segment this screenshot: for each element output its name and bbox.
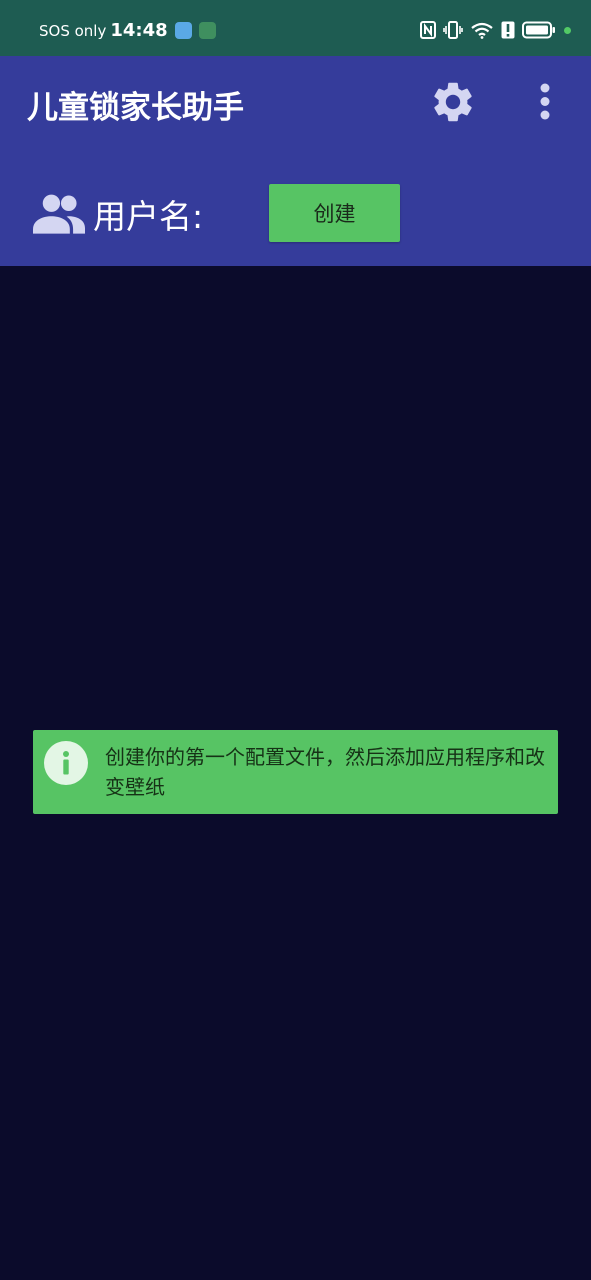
dot-indicator xyxy=(564,26,571,34)
settings-button[interactable] xyxy=(429,78,477,126)
clock: 14:48 xyxy=(110,20,168,41)
wifi-icon xyxy=(471,22,493,39)
nfc-icon xyxy=(420,21,436,39)
battery-icon xyxy=(522,21,555,39)
info-message: 创建你的第一个配置文件，然后添加应用程序和改变壁纸 xyxy=(105,745,545,799)
alert-icon xyxy=(501,21,515,39)
status-bar-right xyxy=(413,21,571,39)
info-icon xyxy=(44,741,88,785)
status-bar-left: SOS only 14:48 xyxy=(39,20,216,41)
app-title: 儿童锁家长助手 xyxy=(27,90,244,126)
vibrate-icon xyxy=(443,21,463,39)
more-vert-icon xyxy=(540,83,550,120)
app-bar: 儿童锁家长助手 用户名: 创建 xyxy=(0,56,591,266)
app-notification-icon xyxy=(174,22,192,39)
username-label: 用户名: xyxy=(93,197,204,236)
overflow-menu-button[interactable] xyxy=(528,78,562,126)
info-banner: 创建你的第一个配置文件，然后添加应用程序和改变壁纸 xyxy=(33,730,558,814)
people-icon xyxy=(33,194,85,234)
status-bar: SOS only 14:48 xyxy=(0,0,591,56)
gear-icon xyxy=(434,82,472,122)
app-notification-icon-2 xyxy=(198,22,216,39)
create-profile-button[interactable]: 创建 xyxy=(269,184,400,242)
carrier-text: SOS only xyxy=(39,21,107,40)
